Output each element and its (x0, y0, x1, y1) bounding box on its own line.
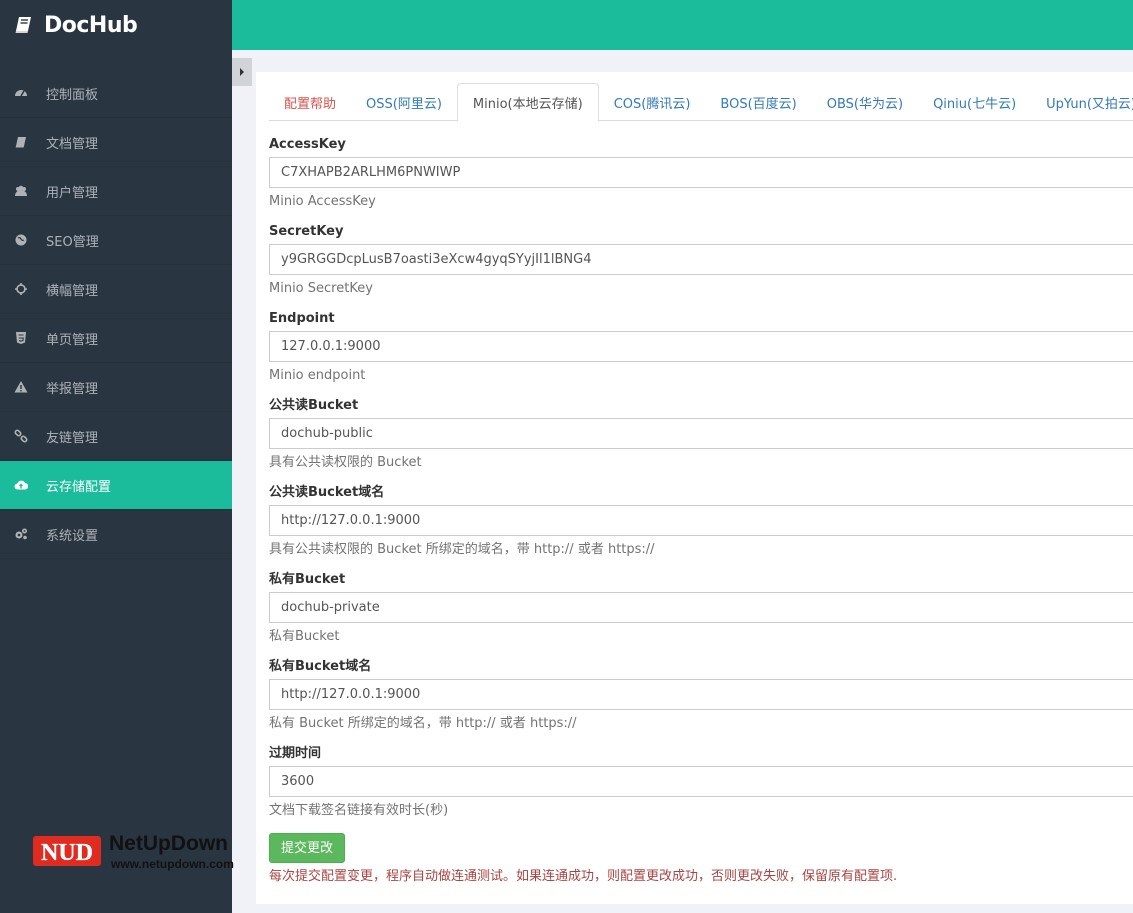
sidebar-item-documents[interactable]: 文档管理 (0, 118, 232, 167)
users-icon (14, 184, 28, 198)
field-help: 文档下载签名链接有效时长(秒) (269, 803, 449, 818)
brand[interactable]: DocHub (0, 0, 232, 50)
sidebar-item-label: 云存储配置 (46, 479, 112, 495)
sidebar-item-label: 友链管理 (46, 430, 99, 446)
cloud-upload-icon (14, 478, 28, 492)
sidebar-menu: 控制面板 文档管理 用户管理 SEO管理 横幅管理 单页管理 举报管理 友链管理… (0, 69, 232, 559)
crosshair-icon (14, 282, 28, 296)
field-label: Endpoint (269, 311, 335, 326)
tab-upyun[interactable]: UpYun(又拍云) (1031, 83, 1133, 121)
tab-bos[interactable]: BOS(百度云) (705, 83, 811, 121)
access-key-input[interactable] (269, 157, 1133, 188)
storage-tabs: 配置帮助 OSS(阿里云) Minio(本地云存储) COS(腾讯云) BOS(… (269, 83, 1133, 122)
field-help: 私有 Bucket 所绑定的域名，带 http:// 或者 https:// (269, 716, 577, 731)
minio-config-form: AccessKey Minio AccessKey SecretKey Mini… (269, 135, 1133, 887)
html5-icon (14, 331, 28, 345)
watermark-url: www.netupdown.com (110, 857, 234, 871)
field-label: AccessKey (269, 137, 346, 152)
sidebar-item-label: 单页管理 (46, 332, 99, 348)
sidebar-item-label: SEO管理 (46, 234, 99, 250)
submit-note: 每次提交配置变更，程序自动做连通测试。如果连通成功，则配置更改成功，否则更改失败… (269, 869, 898, 884)
sidebar-item-label: 用户管理 (46, 185, 99, 201)
form-group-endpoint: Endpoint Minio endpoint (269, 309, 1133, 396)
sidebar-item-pages[interactable]: 单页管理 (0, 314, 232, 363)
link-icon (14, 429, 28, 443)
secret-key-input[interactable] (269, 244, 1133, 275)
sidebar-item-label: 文档管理 (46, 136, 99, 152)
sidebar: DocHub 控制面板 文档管理 用户管理 SEO管理 横幅管理 单页管理 举报… (0, 0, 232, 913)
book-icon (15, 17, 31, 33)
field-label: 公共读Bucket (269, 398, 359, 413)
field-label: 私有Bucket (269, 572, 346, 587)
tab-qiniu[interactable]: Qiniu(七牛云) (918, 83, 1031, 121)
sidebar-item-label: 系统设置 (46, 528, 99, 544)
field-help: 私有Bucket (269, 629, 340, 644)
top-header (232, 0, 1133, 50)
sidebar-item-seo[interactable]: SEO管理 (0, 216, 232, 265)
sidebar-item-label: 举报管理 (46, 381, 99, 397)
sidebar-item-banners[interactable]: 横幅管理 (0, 265, 232, 314)
caret-right-icon (240, 68, 244, 76)
form-group-access-key: AccessKey Minio AccessKey (269, 135, 1133, 222)
sidebar-item-settings[interactable]: 系统设置 (0, 510, 232, 559)
field-help: 具有公共读权限的 Bucket (269, 455, 422, 470)
watermark-badge: NUD (41, 840, 93, 866)
sidebar-item-dashboard[interactable]: 控制面板 (0, 69, 232, 118)
dashboard-icon (14, 86, 28, 100)
private-bucket-domain-input[interactable] (269, 679, 1133, 710)
form-group-expiration: 过期时间 文档下载签名链接有效时长(秒) (269, 744, 1133, 831)
form-group-private-bucket-domain: 私有Bucket域名 私有 Bucket 所绑定的域名，带 http:// 或者… (269, 657, 1133, 744)
sidebar-item-label: 控制面板 (46, 87, 99, 103)
sidebar-item-links[interactable]: 友链管理 (0, 412, 232, 461)
main-content: 配置帮助 OSS(阿里云) Minio(本地云存储) COS(腾讯云) BOS(… (232, 50, 1133, 913)
public-bucket-input[interactable] (269, 418, 1133, 449)
warning-icon (14, 380, 28, 394)
field-label: SecretKey (269, 224, 344, 239)
watermark-name: NetUpDown (109, 832, 228, 855)
form-group-public-bucket: 公共读Bucket 具有公共读权限的 Bucket (269, 396, 1133, 483)
watermark-logo: NUD NetUpDown www.netupdown.com (33, 832, 234, 871)
expiration-input[interactable] (269, 766, 1133, 797)
sidebar-item-reports[interactable]: 举报管理 (0, 363, 232, 412)
form-group-private-bucket: 私有Bucket 私有Bucket (269, 570, 1133, 657)
gears-icon (14, 527, 28, 541)
field-help: 具有公共读权限的 Bucket 所绑定的域名，带 http:// 或者 http… (269, 542, 655, 557)
brand-name: DocHub (44, 12, 138, 38)
globe-icon (14, 233, 28, 247)
sidebar-item-users[interactable]: 用户管理 (0, 167, 232, 216)
public-bucket-domain-input[interactable] (269, 505, 1133, 536)
book-icon (14, 135, 28, 149)
tab-cos[interactable]: COS(腾讯云) (599, 83, 706, 121)
tab-help[interactable]: 配置帮助 (269, 83, 351, 121)
sidebar-item-label: 横幅管理 (46, 283, 99, 299)
field-label: 私有Bucket域名 (269, 659, 372, 674)
private-bucket-input[interactable] (269, 592, 1133, 623)
endpoint-input[interactable] (269, 331, 1133, 362)
form-group-secret-key: SecretKey Minio SecretKey (269, 222, 1133, 309)
tab-obs[interactable]: OBS(华为云) (812, 83, 918, 121)
field-help: Minio AccessKey (269, 194, 376, 209)
form-group-public-bucket-domain: 公共读Bucket域名 具有公共读权限的 Bucket 所绑定的域名，带 htt… (269, 483, 1133, 570)
sidebar-toggle-button[interactable] (232, 58, 252, 86)
field-help: Minio endpoint (269, 368, 366, 383)
tab-minio[interactable]: Minio(本地云存储) (456, 83, 599, 122)
field-label: 过期时间 (269, 746, 322, 761)
tab-oss[interactable]: OSS(阿里云) (351, 83, 457, 121)
sidebar-item-cloud-storage[interactable]: 云存储配置 (0, 461, 232, 510)
config-panel: 配置帮助 OSS(阿里云) Minio(本地云存储) COS(腾讯云) BOS(… (256, 72, 1133, 904)
field-label: 公共读Bucket域名 (269, 485, 385, 500)
field-help: Minio SecretKey (269, 281, 373, 296)
